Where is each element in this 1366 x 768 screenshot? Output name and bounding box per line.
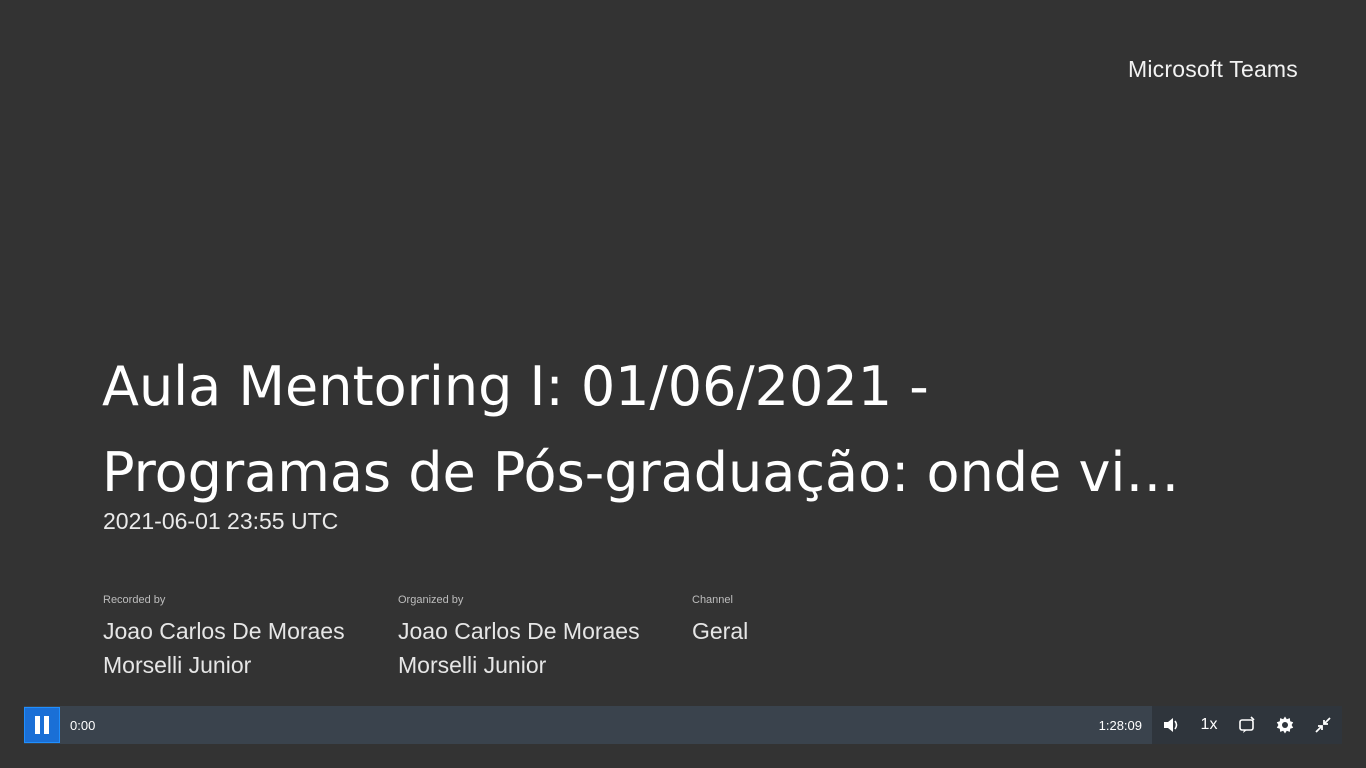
recording-title: Aula Mentoring I: 01/06/2021 - Programas…	[102, 344, 1262, 516]
channel-value: Geral	[692, 618, 749, 644]
player-buttons: 1x	[1152, 706, 1342, 744]
organized-by: Organized by Joao Carlos De Moraes Morse…	[398, 594, 678, 682]
progress-bar[interactable]: 0:00 1:28:09	[24, 706, 1152, 744]
recording-title-line-1: Aula Mentoring I: 01/06/2021 -	[102, 355, 929, 418]
captions-button[interactable]	[1228, 706, 1266, 744]
recording-date: 2021-06-01 23:55 UTC	[103, 508, 339, 534]
pause-icon	[35, 716, 40, 734]
total-time: 1:28:09	[1098, 717, 1142, 733]
video-player[interactable]: Microsoft Teams Aula Mentoring I: 01/06/…	[0, 0, 1366, 768]
pause-button[interactable]	[24, 707, 60, 743]
recorded-by-label: Recorded by	[103, 594, 166, 606]
gear-icon	[1276, 716, 1294, 734]
player-controls: 0:00 1:28:09 1x	[24, 706, 1342, 744]
exit-fullscreen-icon	[1315, 717, 1331, 733]
organized-by-label: Organized by	[398, 594, 464, 606]
current-time: 0:00	[70, 717, 96, 733]
playback-speed-label: 1x	[1200, 716, 1218, 733]
channel: Channel Geral	[692, 594, 972, 648]
recorded-by: Recorded by Joao Carlos De Moraes Morsel…	[103, 594, 383, 682]
pause-icon-bar	[44, 716, 49, 734]
channel-label: Channel	[692, 594, 733, 606]
organized-by-value: Joao Carlos De Moraes Morselli Junior	[398, 618, 640, 678]
volume-icon	[1164, 718, 1178, 732]
settings-button[interactable]	[1266, 706, 1304, 744]
app-brand: Microsoft Teams	[1127, 56, 1298, 82]
captions-icon	[1239, 716, 1255, 733]
playback-speed-button[interactable]: 1x	[1190, 706, 1228, 744]
recording-title-line-2: Programas de Pós-graduação: onde vi…	[102, 441, 1180, 504]
exit-fullscreen-button[interactable]	[1304, 706, 1342, 744]
volume-button[interactable]	[1152, 706, 1190, 744]
recorded-by-value: Joao Carlos De Moraes Morselli Junior	[103, 618, 345, 678]
